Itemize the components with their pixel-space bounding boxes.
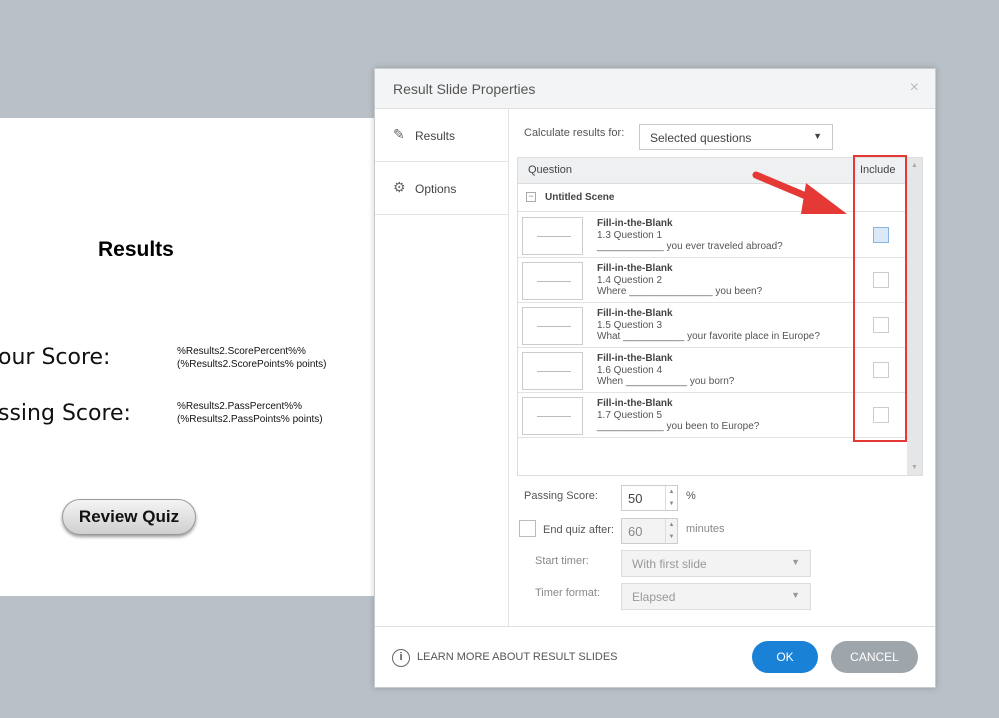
- review-quiz-button[interactable]: Review Quiz: [62, 499, 196, 535]
- dialog-title: Result Slide Properties: [393, 81, 536, 97]
- question-number: 1.4 Question 2: [597, 274, 663, 286]
- score-points-var: (%Results2.ScorePoints% points): [177, 359, 327, 370]
- caret-down-icon: ▼: [813, 131, 822, 141]
- question-number: 1.7 Question 5: [597, 409, 663, 421]
- scroll-down-icon[interactable]: ▼: [911, 464, 918, 471]
- passing-score-label: Passing Score:: [524, 490, 598, 502]
- question-number: 1.6 Question 4: [597, 364, 663, 376]
- start-timer-select[interactable]: With first slide ▼: [621, 550, 811, 577]
- learn-more-link[interactable]: LEARN MORE ABOUT RESULT SLIDES: [417, 651, 618, 663]
- spinner-icon[interactable]: ▲ ▼: [665, 519, 677, 543]
- end-quiz-minutes-input[interactable]: 60 ▲ ▼: [621, 518, 678, 544]
- pass-points-var: (%Results2.PassPoints% points): [177, 414, 323, 425]
- question-type: Fill-in-the-Blank: [597, 263, 673, 274]
- pencil-icon: ✎: [393, 126, 405, 142]
- question-info: Fill-in-the-Blank 1.6 Question 4 When ____…: [597, 353, 734, 388]
- nav-label: Results: [415, 129, 456, 143]
- question-type: Fill-in-the-Blank: [597, 398, 673, 409]
- calc-results-select[interactable]: Selected questions ▼: [639, 124, 833, 150]
- caret-down-icon: ▼: [791, 590, 800, 600]
- question-info: Fill-in-the-Blank 1.7 Question 5 _________…: [597, 398, 759, 433]
- minutes-unit: minutes: [686, 523, 725, 535]
- percent-unit: %: [686, 490, 696, 502]
- question-text: ____________ you been to Europe?: [597, 421, 760, 432]
- close-icon[interactable]: ×: [910, 79, 919, 97]
- collapse-icon[interactable]: −: [526, 192, 536, 202]
- slide-thumbnail: [522, 307, 583, 345]
- passing-score-label: ssing Score:: [0, 401, 131, 426]
- include-column-highlight: [853, 155, 907, 442]
- slide-thumbnail: [522, 217, 583, 255]
- footer-divider: [375, 626, 935, 627]
- caret-down-icon: ▼: [791, 557, 800, 567]
- scrollbar[interactable]: ▲ ▼: [907, 158, 922, 475]
- slide-thumbnail: [522, 352, 583, 390]
- ok-button[interactable]: OK: [752, 641, 818, 673]
- dialog-nav: ✎ Results ⚙ Options: [375, 109, 509, 626]
- table-row[interactable]: Fill-in-the-Blank 1.3 Question 1 _________…: [518, 213, 908, 258]
- nav-results[interactable]: ✎ Results: [375, 109, 509, 162]
- slide-thumbnail: [522, 262, 583, 300]
- score-percent-var: %Results2.ScorePercent%%: [177, 346, 306, 357]
- question-text: Where _______________ you been?: [597, 286, 763, 297]
- question-text: What ___________ your favorite place in …: [597, 331, 820, 342]
- result-slide-properties-dialog: Result Slide Properties × ✎ Results ⚙ Opti…: [374, 68, 936, 688]
- col-question: Question: [528, 164, 573, 176]
- nav-label: Options: [415, 182, 457, 196]
- slide-title: Results: [98, 238, 174, 261]
- gear-icon: ⚙: [393, 179, 406, 195]
- timer-format-select[interactable]: Elapsed ▼: [621, 583, 811, 610]
- dialog-header: Result Slide Properties ×: [375, 69, 935, 109]
- select-value: With first slide: [632, 557, 707, 571]
- slide-thumbnail: [522, 397, 583, 435]
- score-variables: %Results2.ScorePercent%% (%Results2.Score…: [177, 345, 327, 371]
- input-value: 60: [628, 524, 643, 539]
- question-info: Fill-in-the-Blank 1.5 Question 3 What ____…: [597, 308, 820, 343]
- question-type: Fill-in-the-Blank: [597, 308, 673, 319]
- result-slide-preview: Results our Score: %Results2.ScorePercen…: [0, 118, 374, 596]
- table-row[interactable]: Fill-in-the-Blank 1.5 Question 3 What ____…: [518, 303, 908, 348]
- end-quiz-checkbox[interactable]: [519, 520, 536, 537]
- info-icon: i: [392, 649, 410, 667]
- start-timer-label: Start timer:: [535, 555, 589, 567]
- your-score-label: our Score:: [0, 345, 111, 370]
- scene-name: Untitled Scene: [545, 192, 615, 203]
- question-info: Fill-in-the-Blank 1.4 Question 2 Where ___…: [597, 263, 762, 298]
- question-number: 1.3 Question 1: [597, 229, 663, 241]
- input-value: 50: [628, 491, 643, 506]
- red-arrow-annotation: [752, 171, 847, 214]
- table-row[interactable]: Fill-in-the-Blank 1.7 Question 5 _________…: [518, 393, 908, 438]
- table-row[interactable]: Fill-in-the-Blank 1.6 Question 4 When ____…: [518, 348, 908, 393]
- nav-options[interactable]: ⚙ Options: [375, 162, 509, 215]
- passing-score-input[interactable]: 50 ▲ ▼: [621, 485, 678, 511]
- scroll-up-icon[interactable]: ▲: [911, 162, 918, 169]
- end-quiz-label: End quiz after:: [543, 524, 614, 536]
- question-number: 1.5 Question 3: [597, 319, 663, 331]
- select-value: Selected questions: [650, 131, 752, 145]
- question-type: Fill-in-the-Blank: [597, 218, 673, 229]
- table-row[interactable]: Fill-in-the-Blank 1.4 Question 2 Where ___…: [518, 258, 908, 303]
- select-value: Elapsed: [632, 590, 676, 604]
- question-text: ____________ you ever traveled abroad?: [597, 241, 783, 252]
- question-info: Fill-in-the-Blank 1.3 Question 1 _________…: [597, 218, 783, 253]
- spinner-icon[interactable]: ▲ ▼: [665, 486, 677, 510]
- cancel-button[interactable]: CANCEL: [831, 641, 918, 673]
- question-text: When ___________ you born?: [597, 376, 735, 387]
- pass-variables: %Results2.PassPercent%% (%Results2.PassPo…: [177, 400, 323, 426]
- timer-format-label: Timer format:: [535, 587, 600, 599]
- calc-label: Calculate results for:: [524, 127, 625, 139]
- pass-percent-var: %Results2.PassPercent%%: [177, 401, 303, 412]
- question-type: Fill-in-the-Blank: [597, 353, 673, 364]
